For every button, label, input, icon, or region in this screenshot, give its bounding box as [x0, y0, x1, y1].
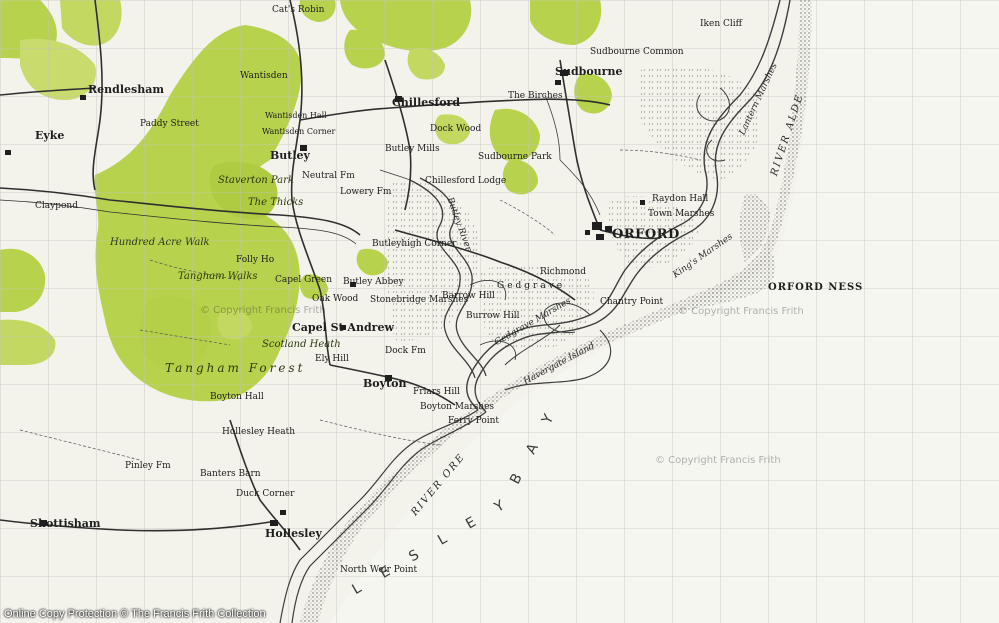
label-place: Neutral Fm — [302, 171, 355, 181]
label-place: Paddy Street — [140, 119, 199, 129]
label-place: Butley Abbey — [343, 277, 404, 287]
copyright-credit: Online Copy Protection © The Francis Fri… — [4, 608, 266, 620]
label-place: The Thicks — [248, 197, 304, 208]
label-eyke: Eyke — [35, 129, 65, 142]
label-place: Oak Wood — [312, 294, 359, 304]
label-boyton: Boyton — [363, 377, 407, 390]
label-place: Claypond — [35, 201, 78, 211]
watermark: © Copyright Francis Frith — [678, 306, 804, 317]
label-place: Raydon Hall — [652, 194, 709, 204]
label-place: Capel Green — [275, 275, 333, 285]
label-place: Cat's Robin — [272, 5, 325, 15]
label-hollesley: Hollesley — [265, 527, 322, 540]
label-chillesford: Chillesford — [392, 96, 461, 109]
label-gedgrave: Gedgrave — [497, 281, 566, 291]
watermark: © Copyright Francis Frith — [655, 455, 781, 466]
label-place: Chantry Point — [600, 297, 664, 307]
label-place: Iken Cliff — [700, 19, 743, 29]
label-place: The Birches — [508, 91, 563, 101]
watermark: © Copyright Francis Frith — [200, 305, 326, 316]
label-place: Wantisden Corner — [262, 127, 336, 136]
label-place: Town Marshes — [648, 209, 715, 219]
label-place: Sudbourne Common — [590, 47, 684, 57]
label-place: Chillesford Lodge — [425, 176, 507, 186]
map-canvas[interactable]: ORFORD Sudbourne Chillesford Butley Cape… — [0, 0, 999, 623]
label-rendlesham: Rendlesham — [88, 83, 164, 96]
label-place: Burrow Hill — [466, 311, 520, 321]
label-place: Staverton Park — [218, 175, 294, 186]
label-place: Butleyhigh Corner — [372, 239, 457, 249]
label-place: Ferry Point — [448, 416, 500, 426]
label-place: Ely Hill — [315, 354, 349, 364]
label-place: Pinley Fm — [125, 461, 171, 471]
label-place: Dock Wood — [430, 124, 482, 134]
label-place: Folly Ho — [236, 255, 275, 265]
label-shottisham: Shottisham — [30, 517, 101, 530]
label-place: Scotland Heath — [262, 339, 341, 350]
label-orford-ness: ORFORD NESS — [768, 282, 864, 293]
label-place: Boyton Hall — [210, 392, 264, 402]
label-place: Banters Barn — [200, 469, 261, 479]
label-place: Friars Hill — [413, 387, 461, 397]
label-orford: ORFORD — [612, 227, 680, 242]
label-place: Hundred Acre Walk — [110, 237, 210, 248]
label-place: Duck Corner — [236, 489, 295, 499]
label-place: Richmond — [540, 267, 587, 277]
label-place: Dock Fm — [385, 346, 426, 356]
label-place: Tangham Forest — [165, 361, 306, 375]
label-sudbourne: Sudbourne — [555, 65, 623, 78]
label-place: Butley Mills — [385, 144, 440, 154]
label-place: Hollesley Heath — [222, 427, 296, 437]
label-place: Boyton Marshes — [420, 402, 495, 412]
label-place: Barrow Hill — [442, 291, 496, 301]
label-place: Sudbourne Park — [478, 152, 552, 162]
label-place: Lowery Fm — [340, 187, 392, 197]
label-place: Wantisden Hall — [265, 111, 327, 120]
label-butley: Butley — [270, 149, 310, 162]
label-place: Wantisden — [240, 71, 288, 81]
label-place: Tangham Walks — [178, 271, 258, 282]
label-capel-st-andrew: Capel St Andrew — [292, 321, 394, 334]
